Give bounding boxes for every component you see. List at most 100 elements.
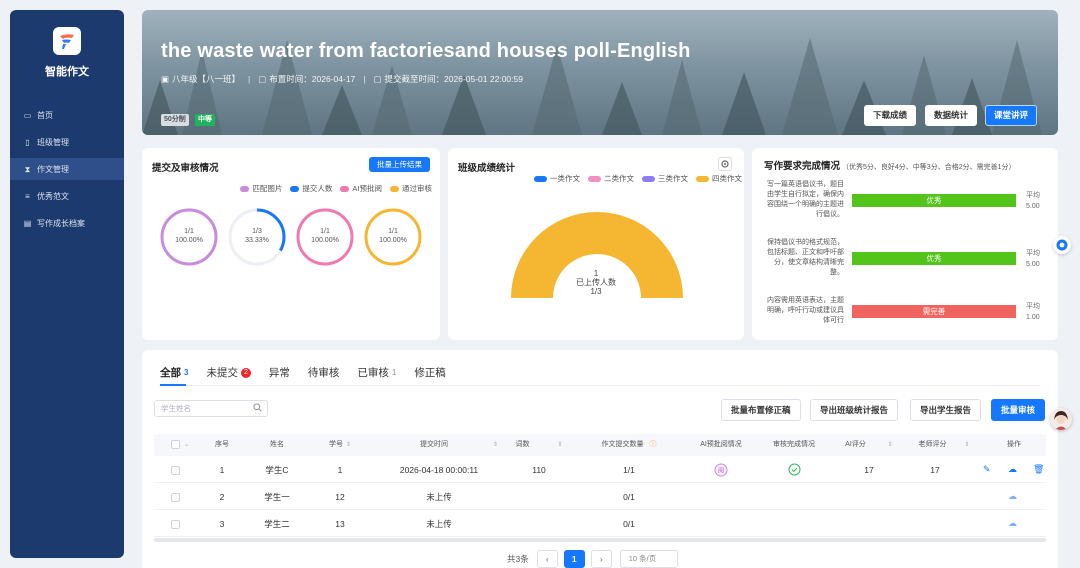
card-title: 写作要求完成情况 （优秀5分、良好4分、中等3分、合格2分、需完善1分） [764, 161, 1016, 172]
legend-swatch [390, 185, 399, 192]
tab-not-submitted[interactable]: 未提交 2 [206, 365, 251, 380]
row-checkbox[interactable] [171, 493, 180, 502]
next-page-button[interactable]: › [590, 550, 612, 568]
submit-time: 2026-04-18 00:00:11 [399, 465, 479, 475]
search-icon[interactable] [253, 403, 262, 412]
cloud-upload-icon[interactable]: ☁ [1008, 518, 1017, 529]
student-search-input[interactable]: 学生姓名 [154, 400, 268, 417]
batch-assign-revision-button[interactable]: 批量布置修正稿 [721, 399, 801, 421]
prev-page-button[interactable]: ‹ [536, 550, 558, 568]
legend-swatch [696, 175, 709, 182]
requirements-card: 写作要求完成情况 （优秀5分、良好4分、中等3分、合格2分、需完善1分） 写一篇英… [752, 148, 1058, 340]
progress-ring: 1/3 33.33% [228, 208, 286, 266]
card-title: 班级成绩统计 [458, 163, 516, 174]
row-index: 2 [219, 492, 225, 502]
avatar-image [1050, 408, 1072, 430]
legend-item: 三类作文 [642, 173, 688, 184]
sidebar-item-label: 班级管理 [37, 137, 69, 147]
tab-badge: 2 [240, 367, 251, 378]
search-placeholder: 学生姓名 [161, 404, 191, 413]
sidebar-item-essay-management[interactable]: ⧗ 作文管理 [10, 158, 124, 180]
column-header[interactable]: 提交时间 ⇕ [389, 434, 529, 456]
edit-icon[interactable]: ✎ [983, 464, 991, 475]
chevron-down-icon[interactable]: ⌄ [184, 434, 189, 456]
assistant-float-button[interactable] [1053, 236, 1071, 254]
student-name: 学生二 [264, 519, 290, 529]
sidebar-item-growth-archive[interactable]: ▤ 写作成长档案 [10, 212, 124, 234]
submission-count: 0/1 [623, 519, 635, 529]
word-count: 110 [532, 465, 546, 475]
tab-count: 3 [184, 368, 189, 377]
select-all-checkbox[interactable] [171, 440, 180, 449]
export-class-report-button[interactable]: 导出班级统计报告 [810, 399, 899, 421]
sidebar-item-class-management[interactable]: ▯ 班级管理 [10, 131, 124, 153]
table-row[interactable]: 1 学生C 1 2026-04-18 00:00:11 110 1/1 阅 17… [154, 457, 1046, 483]
folder-icon: ▤ [23, 218, 32, 228]
student-name: 学生C [265, 465, 289, 475]
student-id: 1 [337, 465, 343, 475]
ring-percent: 33.33% [245, 237, 269, 244]
assign-time: 布置时间：2026-04-17 [269, 74, 356, 84]
page-size-select[interactable]: 10 条/页 [619, 550, 678, 568]
table-row[interactable]: 2 学生一 12 未上传 0/1 ☁ [154, 484, 1046, 510]
status-tabs: 全部 3 未提交 2 异常 待审核 已审核 1 修正稿 [160, 365, 464, 380]
progress-ring: 1/1 100.00% [296, 208, 354, 266]
sort-icon: ⇕ [557, 442, 563, 448]
ring-fraction: 1/3 [252, 228, 262, 235]
requirement-average: 平均 5.00 [1026, 192, 1040, 210]
column-header: 作文提交数量 ⓘ [601, 441, 657, 448]
sidebar-item-model-essays[interactable]: ≡ 优秀范文 [10, 185, 124, 207]
row-checkbox[interactable] [171, 520, 180, 529]
cloud-download-icon[interactable]: ☁ [1008, 464, 1017, 475]
sidebar-item-home[interactable]: ▭ 首页 [10, 104, 124, 126]
tab-revision[interactable]: 修正稿 [414, 365, 446, 380]
export-student-report-button[interactable]: 导出学生报告 [910, 399, 982, 421]
tab-reviewed[interactable]: 已审核 1 [357, 365, 396, 380]
tab-pending-review[interactable]: 待审核 [308, 365, 340, 380]
column-header: 姓名 [270, 441, 284, 448]
trash-icon[interactable]: 🗑 [1033, 464, 1044, 475]
progress-ring: 1/1 100.00% [364, 208, 422, 266]
batch-upload-results-button[interactable]: 批量上传结果 [369, 157, 430, 172]
table-header: ⌄ 序号 姓名 学号 ⇕ 提交时间 ⇕ 词数 ⇕ 作文提交数量 ⓘ AI预批阅情况 审核… [154, 434, 1046, 456]
ring-label: 1/1 100.00% [296, 227, 354, 245]
legend-item: AI预批阅 [340, 183, 382, 194]
cloud-upload-icon[interactable]: ☁ [1008, 491, 1017, 502]
column-header[interactable]: 学号 ⇕ [320, 434, 360, 456]
page-button[interactable]: 1 [563, 550, 585, 568]
legend-item: 通过审核 [390, 183, 432, 194]
row-checkbox[interactable] [171, 466, 180, 475]
table-row[interactable]: 3 学生二 13 未上传 0/1 ☁ [154, 511, 1046, 537]
avatar[interactable] [1050, 408, 1072, 430]
ring-percent: 100.00% [311, 237, 339, 244]
divider: | [248, 74, 251, 84]
pagination: 共3条 ‹ 1 › 10 条/页 [507, 550, 678, 568]
submission-count: 1/1 [623, 465, 635, 475]
horizontal-scrollbar[interactable] [154, 538, 1046, 542]
batch-review-button[interactable]: 批量审核 [991, 399, 1046, 421]
active-tab-indicator [160, 384, 186, 386]
sidebar-item-label: 优秀范文 [37, 191, 69, 201]
column-header[interactable]: 老师评分 ⇕ [909, 434, 979, 456]
ai-review-icon[interactable]: 阅 [714, 463, 728, 477]
tab-all[interactable]: 全部 3 [160, 365, 188, 380]
column-header[interactable]: AI评分 ⇕ [834, 434, 904, 456]
hourglass-icon: ⧗ [24, 164, 31, 174]
column-header[interactable]: 词数 ⇕ [514, 434, 564, 456]
ring-label: 1/1 100.00% [160, 227, 218, 245]
legend-swatch [642, 175, 655, 182]
class-review-button[interactable]: 课堂讲评 [985, 105, 1038, 126]
app-name: 智能作文 [45, 66, 89, 78]
ring-fraction: 1/1 [320, 228, 330, 235]
tab-abnormal[interactable]: 异常 [269, 365, 290, 380]
student-id: 12 [335, 492, 345, 502]
settings-icon[interactable] [718, 157, 732, 171]
score-system-tag: 50分制 [161, 114, 189, 126]
ring-percent: 100.00% [379, 237, 407, 244]
assistant-icon [1056, 239, 1068, 251]
scoring-legend: （优秀5分、良好4分、中等3分、合格2分、需完善1分） [842, 164, 1016, 171]
download-scores-button[interactable]: 下载成绩 [864, 105, 917, 126]
app-logo-icon[interactable] [53, 27, 81, 55]
data-statistics-button[interactable]: 数据统计 [925, 105, 978, 126]
sidebar: 智能作文 ▭ 首页 ▯ 班级管理 ⧗ 作文管理 ≡ 优秀范文 ▤ 写作成长档案 [10, 10, 124, 558]
